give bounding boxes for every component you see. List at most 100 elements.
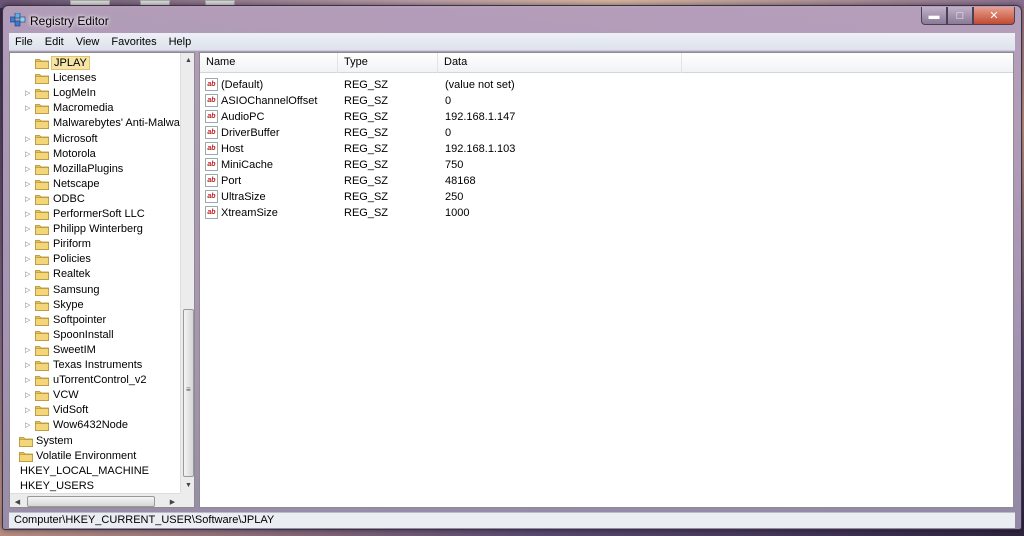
expand-arrow-icon[interactable]: ▷ — [25, 391, 33, 399]
tree-item-label: Piriform — [53, 238, 91, 251]
tree-item[interactable]: ▷ Microsoft — [10, 132, 180, 147]
minimize-button[interactable]: ▬ — [921, 7, 947, 25]
tree-item[interactable]: ▷ Skype — [10, 298, 180, 313]
scroll-down-arrow-icon[interactable]: ▼ — [181, 478, 194, 493]
value-row[interactable]: ab XtreamSize REG_SZ 1000 — [200, 205, 1013, 221]
tree-item[interactable]: ▷ Texas Instruments — [10, 358, 180, 373]
tree-item[interactable]: ▷ Motorola — [10, 147, 180, 162]
expand-arrow-icon[interactable]: ▷ — [25, 361, 33, 369]
menu-file[interactable]: File — [9, 36, 39, 48]
tree-item-label: Policies — [53, 253, 91, 266]
tree-item[interactable]: SpoonInstall — [10, 328, 180, 343]
value-type: REG_SZ — [344, 191, 389, 203]
string-value-icon: ab — [205, 158, 218, 171]
column-header-data[interactable]: Data — [438, 53, 682, 73]
tree-item[interactable]: ▷ uTorrentControl_v2 — [10, 373, 180, 388]
tree-item[interactable]: ▷ Samsung — [10, 283, 180, 298]
menu-help[interactable]: Help — [163, 36, 198, 48]
value-name: (Default) — [221, 79, 264, 91]
maximize-button[interactable]: □ — [947, 7, 973, 25]
tree-item[interactable]: Licenses — [10, 71, 180, 86]
value-type: REG_SZ — [344, 127, 389, 139]
tree-item-label: MozillaPlugins — [53, 162, 124, 175]
expand-arrow-icon[interactable]: ▷ — [25, 240, 33, 248]
tree-item[interactable]: ▷ Wow6432Node — [10, 418, 180, 433]
expand-arrow-icon[interactable]: ▷ — [25, 406, 33, 414]
expand-arrow-icon[interactable]: ▷ — [25, 421, 33, 429]
expand-arrow-icon[interactable]: ▷ — [25, 165, 33, 173]
status-bar: Computer\HKEY_CURRENT_USER\Software\JPLA… — [9, 512, 1015, 528]
menu-edit[interactable]: Edit — [39, 36, 70, 48]
tree-item[interactable]: ▷ Softpointer — [10, 313, 180, 328]
tree-vertical-scrollbar[interactable]: ▲ ≡ ▼ — [180, 53, 194, 493]
expand-arrow-icon[interactable]: ▷ — [25, 376, 33, 384]
tree-item[interactable]: ▷ Realtek — [10, 267, 180, 282]
expand-arrow-icon[interactable]: ▷ — [25, 286, 33, 294]
value-data: 1000 — [445, 207, 470, 219]
value-row[interactable]: ab UltraSize REG_SZ 250 — [200, 189, 1013, 205]
tree-item[interactable]: ▷ SweetIM — [10, 343, 180, 358]
tree-item-label: Samsung — [53, 283, 100, 296]
tree-item[interactable]: ▷ LogMeIn — [10, 86, 180, 101]
tree-item[interactable]: ▷ Policies — [10, 252, 180, 267]
tree-item-label: System — [36, 434, 73, 447]
value-row[interactable]: ab (Default) REG_SZ (value not set) — [200, 77, 1013, 93]
expand-arrow-icon[interactable]: ▷ — [25, 135, 33, 143]
tree-item[interactable]: ▷ Piriform — [10, 237, 180, 252]
expand-arrow-icon[interactable]: ▷ — [25, 255, 33, 263]
tree-horizontal-scrollbar[interactable]: ◀ ▶ — [10, 493, 180, 507]
tree-item[interactable]: Volatile Environment — [10, 449, 180, 464]
string-value-icon: ab — [205, 126, 218, 139]
tree-item[interactable]: ▷ PerformerSoft LLC — [10, 207, 180, 222]
value-row[interactable]: ab DriverBuffer REG_SZ 0 — [200, 125, 1013, 141]
column-header-type[interactable]: Type — [338, 53, 438, 73]
expand-arrow-icon[interactable]: ▷ — [25, 195, 33, 203]
value-type: REG_SZ — [344, 143, 389, 155]
tree-item-label: PerformerSoft LLC — [53, 208, 145, 220]
tree-item[interactable]: ▷ VCW — [10, 388, 180, 403]
expand-arrow-icon[interactable]: ▷ — [25, 270, 33, 278]
tree-item-label: Macromedia — [53, 102, 114, 115]
close-button[interactable]: ✕ — [973, 7, 1015, 25]
folder-icon — [35, 390, 49, 402]
folder-icon — [35, 345, 49, 356]
expand-arrow-icon[interactable]: ▷ — [25, 89, 33, 97]
menu-view[interactable]: View — [70, 36, 106, 48]
tree-item-label: Realtek — [53, 268, 91, 281]
value-data: (value not set) — [445, 79, 515, 91]
tree-item[interactable]: ▷ VidSoft — [10, 403, 180, 418]
value-row[interactable]: ab MiniCache REG_SZ 750 — [200, 157, 1013, 173]
tree-item[interactable]: ▷ Netscape — [10, 177, 180, 192]
tree-item[interactable]: ▷ ODBC — [10, 192, 180, 207]
value-row[interactable]: ab ASIOChannelOffset REG_SZ 0 — [200, 93, 1013, 109]
expand-arrow-icon[interactable]: ▷ — [25, 346, 33, 354]
tree-item[interactable]: JPLAY — [10, 56, 180, 71]
tree-item[interactable]: Malwarebytes' Anti-Malware — [10, 116, 190, 131]
scroll-up-arrow-icon[interactable]: ▲ — [181, 53, 194, 68]
column-header-name[interactable]: Name — [200, 53, 338, 73]
tree-item[interactable]: HKEY_USERS — [10, 479, 180, 494]
tree-item[interactable]: System — [10, 434, 180, 449]
expand-arrow-icon[interactable]: ▷ — [25, 104, 33, 112]
expand-arrow-icon[interactable]: ▷ — [25, 225, 33, 233]
value-type: REG_SZ — [344, 175, 389, 187]
title-bar[interactable]: Registry Editor ▬ □ ✕ — [3, 6, 1021, 32]
menu-favorites[interactable]: Favorites — [105, 36, 162, 48]
expand-arrow-icon[interactable]: ▷ — [25, 180, 33, 188]
tree-item[interactable]: HKEY_LOCAL_MACHINE — [10, 464, 180, 479]
scroll-thumb[interactable]: ≡ — [183, 309, 194, 477]
scroll-thumb[interactable] — [27, 496, 155, 507]
expand-arrow-icon[interactable]: ▷ — [25, 316, 33, 324]
tree-item[interactable]: ▷ Macromedia — [10, 101, 180, 116]
scroll-left-arrow-icon[interactable]: ◀ — [10, 494, 25, 507]
value-row[interactable]: ab AudioPC REG_SZ 192.168.1.147 — [200, 109, 1013, 125]
value-row[interactable]: ab Host REG_SZ 192.168.1.103 — [200, 141, 1013, 157]
tree-item[interactable]: ▷ MozillaPlugins — [10, 162, 180, 177]
scroll-right-arrow-icon[interactable]: ▶ — [165, 494, 180, 507]
expand-arrow-icon[interactable]: ▷ — [25, 150, 33, 158]
expand-arrow-icon[interactable]: ▷ — [25, 210, 33, 218]
value-row[interactable]: ab Port REG_SZ 48168 — [200, 173, 1013, 189]
expand-arrow-icon[interactable]: ▷ — [25, 301, 33, 309]
tree-item[interactable]: ▷ Philipp Winterberg — [10, 222, 180, 237]
value-type: REG_SZ — [344, 79, 389, 91]
